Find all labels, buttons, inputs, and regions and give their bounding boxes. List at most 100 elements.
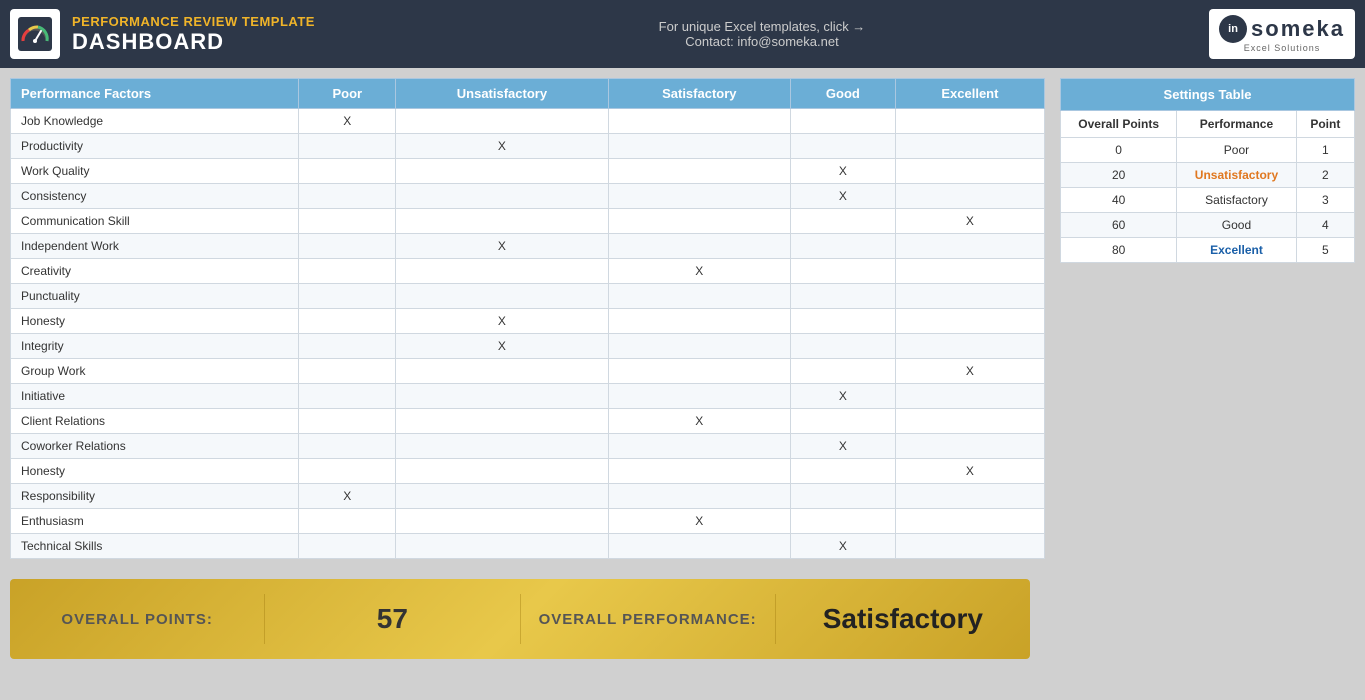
promo-text: For unique Excel templates, click → xyxy=(659,19,866,34)
performance-table-container: Performance Factors Poor Unsatisfactory … xyxy=(10,78,1045,559)
rating-cell xyxy=(608,109,790,134)
settings-row: 20Unsatisfactory2 xyxy=(1061,163,1355,188)
rating-cell xyxy=(396,409,609,434)
rating-cell xyxy=(790,409,895,434)
rating-cell: X xyxy=(790,384,895,409)
rating-cell xyxy=(299,284,396,309)
settings-row: 80Excellent5 xyxy=(1061,238,1355,263)
overall-points-value: 57 xyxy=(265,593,519,645)
dashboard-icon xyxy=(10,9,60,59)
rating-cell xyxy=(396,384,609,409)
rating-cell xyxy=(396,184,609,209)
rating-cell xyxy=(396,284,609,309)
overall-performance-value: Satisfactory xyxy=(776,593,1030,645)
settings-title: Settings Table xyxy=(1061,79,1355,111)
rating-cell xyxy=(299,209,396,234)
factor-cell: Consistency xyxy=(11,184,299,209)
header: PERFORMANCE REVIEW TEMPLATE DASHBOARD Fo… xyxy=(0,0,1365,68)
rating-cell xyxy=(895,384,1044,409)
table-row: Communication SkillX xyxy=(11,209,1045,234)
rating-cell xyxy=(299,409,396,434)
table-row: Coworker Relations X xyxy=(11,434,1045,459)
rating-cell xyxy=(608,184,790,209)
header-subtitle: PERFORMANCE REVIEW TEMPLATE xyxy=(72,14,315,29)
rating-cell: X xyxy=(608,259,790,284)
col-header-factors: Performance Factors xyxy=(11,79,299,109)
settings-performance-cell: Satisfactory xyxy=(1177,188,1296,213)
rating-cell: X xyxy=(790,184,895,209)
table-row: ResponsibilityX xyxy=(11,484,1045,509)
rating-cell xyxy=(396,534,609,559)
someka-icon: in xyxy=(1219,15,1247,43)
settings-row: 60Good4 xyxy=(1061,213,1355,238)
rating-cell xyxy=(299,534,396,559)
table-row: Group WorkX xyxy=(11,359,1045,384)
rating-cell xyxy=(299,259,396,284)
factor-cell: Coworker Relations xyxy=(11,434,299,459)
rating-cell xyxy=(608,359,790,384)
settings-points-cell: 80 xyxy=(1061,238,1177,263)
someka-logo-container: in someka Excel Solutions xyxy=(1209,9,1355,59)
table-row: Job KnowledgeX xyxy=(11,109,1045,134)
table-row: IntegrityX xyxy=(11,334,1045,359)
rating-cell xyxy=(790,134,895,159)
factor-cell: Job Knowledge xyxy=(11,109,299,134)
rating-cell xyxy=(790,309,895,334)
col-header-unsat: Unsatisfactory xyxy=(396,79,609,109)
factor-cell: Enthusiasm xyxy=(11,509,299,534)
table-row: EnthusiasmX xyxy=(11,509,1045,534)
settings-table-container: Settings Table Overall Points Performanc… xyxy=(1060,78,1355,263)
rating-cell xyxy=(299,334,396,359)
rating-cell xyxy=(396,434,609,459)
col-header-exc: Excellent xyxy=(895,79,1044,109)
settings-point-cell: 5 xyxy=(1296,238,1354,263)
rating-cell xyxy=(299,384,396,409)
rating-cell xyxy=(895,109,1044,134)
rating-cell xyxy=(895,259,1044,284)
table-row: Client RelationsX xyxy=(11,409,1045,434)
rating-cell: X xyxy=(396,309,609,334)
settings-table: Settings Table Overall Points Performanc… xyxy=(1060,78,1355,263)
header-titles: PERFORMANCE REVIEW TEMPLATE DASHBOARD xyxy=(72,14,315,55)
factor-cell: Communication Skill xyxy=(11,209,299,234)
rating-cell: X xyxy=(790,434,895,459)
rating-cell xyxy=(299,509,396,534)
rating-cell xyxy=(608,209,790,234)
rating-cell xyxy=(396,209,609,234)
rating-cell xyxy=(396,259,609,284)
rating-cell xyxy=(790,234,895,259)
rating-cell: X xyxy=(299,109,396,134)
settings-points-cell: 40 xyxy=(1061,188,1177,213)
rating-cell xyxy=(790,284,895,309)
rating-cell xyxy=(790,209,895,234)
contact-text: Contact: info@someka.net xyxy=(685,34,838,49)
rating-cell xyxy=(895,409,1044,434)
someka-brand: someka xyxy=(1251,16,1345,42)
factor-cell: Creativity xyxy=(11,259,299,284)
settings-point-cell: 4 xyxy=(1296,213,1354,238)
settings-points-cell: 20 xyxy=(1061,163,1177,188)
overall-points-label: OVERALL POINTS: xyxy=(10,601,264,638)
rating-cell xyxy=(608,234,790,259)
rating-cell xyxy=(396,484,609,509)
rating-cell xyxy=(790,259,895,284)
table-row: InitiativeX xyxy=(11,384,1045,409)
settings-col-points: Overall Points xyxy=(1061,111,1177,138)
factor-cell: Punctuality xyxy=(11,284,299,309)
rating-cell xyxy=(608,434,790,459)
rating-cell xyxy=(895,334,1044,359)
rating-cell xyxy=(895,309,1044,334)
footer-divider-3 xyxy=(775,594,776,644)
settings-performance-cell: Excellent xyxy=(1177,238,1296,263)
settings-points-cell: 60 xyxy=(1061,213,1177,238)
settings-col-point: Point xyxy=(1296,111,1354,138)
factor-cell: Honesty xyxy=(11,309,299,334)
settings-point-cell: 2 xyxy=(1296,163,1354,188)
col-header-good: Good xyxy=(790,79,895,109)
rating-cell xyxy=(299,434,396,459)
col-header-sat: Satisfactory xyxy=(608,79,790,109)
rating-cell xyxy=(396,109,609,134)
rating-cell xyxy=(396,459,609,484)
rating-cell xyxy=(608,484,790,509)
rating-cell: X xyxy=(396,234,609,259)
